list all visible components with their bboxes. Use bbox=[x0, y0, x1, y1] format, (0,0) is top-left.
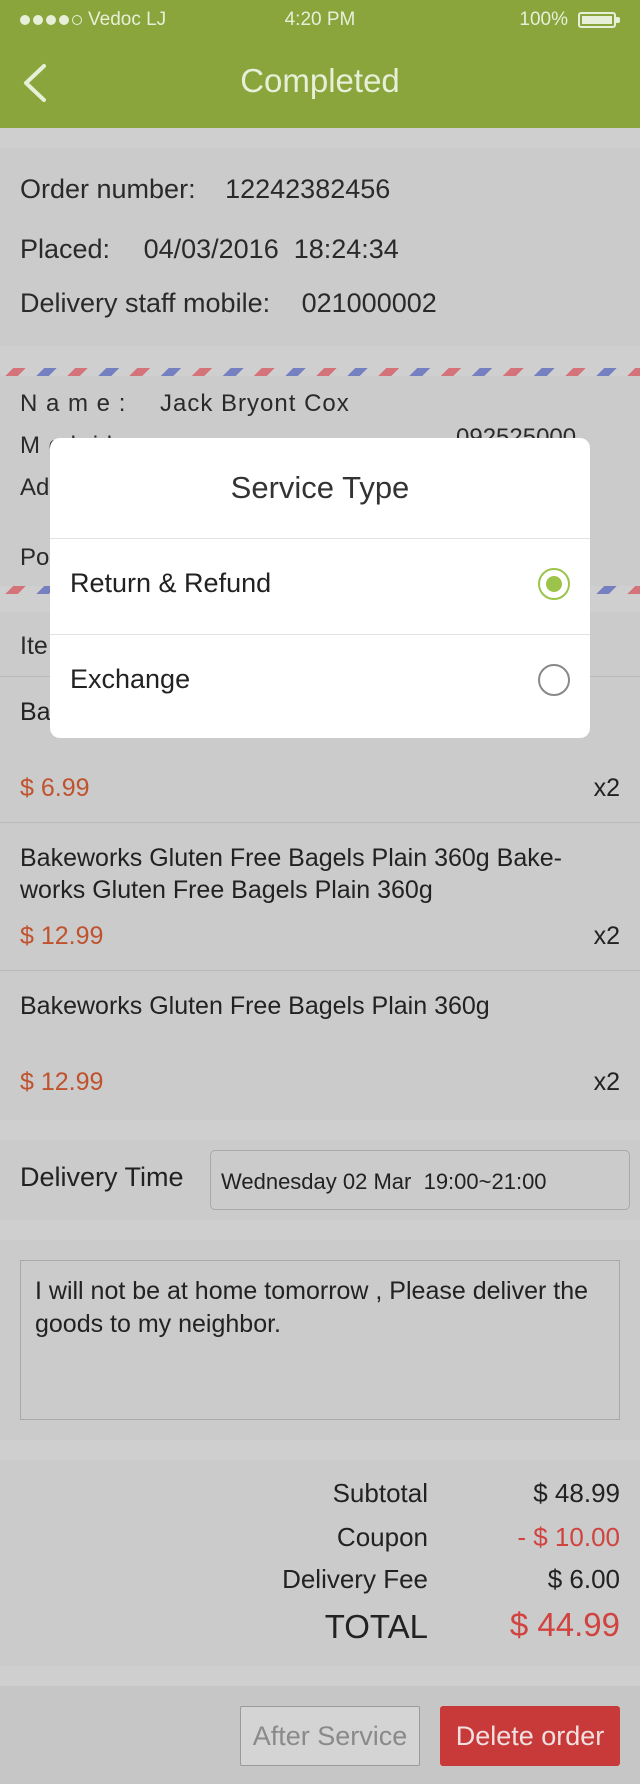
option-label: Return & Refund bbox=[70, 568, 272, 598]
delivery-time-field[interactable]: Wednesday 02 Mar 19:00~21:00 bbox=[210, 1150, 630, 1210]
postcode-label: Po bbox=[20, 544, 50, 571]
subtotal-label: Subtotal bbox=[332, 1478, 428, 1508]
delivery-fee-value: $ 6.00 bbox=[547, 1564, 620, 1594]
radio-selected-icon[interactable] bbox=[538, 568, 570, 600]
delivery-time-section: Delivery Time Wednesday 02 Mar 19:00~21:… bbox=[0, 1140, 640, 1220]
name-label: N a m e : bbox=[20, 390, 127, 417]
total-value: $ 44.99 bbox=[509, 1606, 620, 1643]
recipient-name: Jack Bryont Cox bbox=[160, 390, 350, 417]
delete-order-button[interactable]: Delete order bbox=[440, 1706, 620, 1766]
option-return-refund[interactable]: Return & Refund bbox=[50, 538, 590, 630]
page-title: Completed bbox=[240, 62, 400, 99]
dialog-title: Service Type bbox=[230, 470, 410, 505]
item-name: Bakeworks Gluten Free Bagels Plain 360g bbox=[20, 992, 490, 1020]
bottom-bar: After Service Delete order bbox=[0, 1686, 640, 1784]
item-price: $ 12.99 bbox=[20, 1068, 104, 1096]
placed-label: Placed: bbox=[20, 234, 111, 264]
subtotal-value: $ 48.99 bbox=[533, 1478, 620, 1508]
total-label: TOTAL bbox=[324, 1608, 428, 1645]
option-exchange[interactable]: Exchange bbox=[50, 634, 590, 726]
status-bar: Vedoc LJ 4:20 PM 100% bbox=[0, 0, 640, 40]
items-header: Ite bbox=[20, 632, 48, 660]
address-label: Ad bbox=[20, 474, 50, 501]
option-label: Exchange bbox=[70, 664, 191, 694]
item-qty: x2 bbox=[593, 774, 620, 802]
order-number-label: Order number: bbox=[20, 174, 196, 204]
placed-date: 04/03/2016 18:24:34 bbox=[143, 234, 399, 264]
item-price: $ 6.99 bbox=[20, 774, 90, 802]
after-service-button[interactable]: After Service bbox=[240, 1706, 420, 1766]
item-qty: x2 bbox=[593, 922, 620, 950]
staff-mobile-label: Delivery staff mobile: bbox=[20, 288, 271, 318]
top-bar: Vedoc LJ 4:20 PM 100% Completed bbox=[0, 0, 640, 128]
order-number: 12242382456 bbox=[225, 174, 391, 204]
delivery-time-label: Delivery Time bbox=[20, 1162, 184, 1192]
service-type-dialog: Service Type Return & Refund Exchange bbox=[50, 438, 590, 738]
battery-percent: 100% bbox=[519, 9, 568, 30]
battery-icon bbox=[578, 12, 620, 28]
delivery-fee-label: Delivery Fee bbox=[282, 1564, 428, 1594]
airmail-border-top bbox=[0, 368, 640, 376]
note-textarea[interactable]: I will not be at home tomorrow , Please … bbox=[20, 1260, 620, 1420]
note-section: I will not be at home tomorrow , Please … bbox=[0, 1240, 640, 1440]
order-info: Order number: 12242382456 Placed: 04/03/… bbox=[0, 148, 640, 346]
coupon-label: Coupon bbox=[336, 1522, 428, 1552]
coupon-value: - $ 10.00 bbox=[517, 1522, 620, 1552]
item-price: $ 12.99 bbox=[20, 922, 104, 950]
order-summary: Subtotal $ 48.99 Coupon - $ 10.00 Delive… bbox=[0, 1460, 640, 1666]
item-qty: x2 bbox=[593, 1068, 620, 1096]
item-name: Bakeworks Gluten Free Bagels Plain 360g … bbox=[20, 844, 562, 904]
radio-unselected-icon[interactable] bbox=[538, 664, 570, 696]
staff-mobile: 021000002 bbox=[301, 288, 437, 318]
